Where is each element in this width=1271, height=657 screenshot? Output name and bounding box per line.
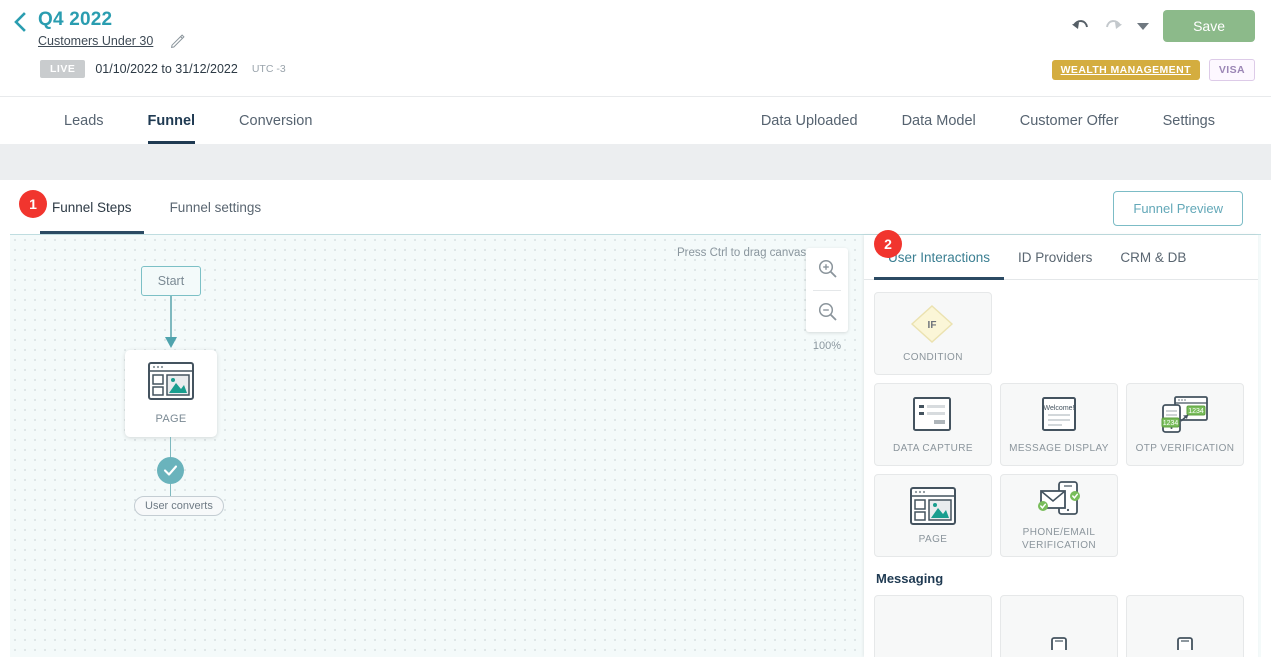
flow-connector-arrow: [163, 296, 179, 355]
form-capture-icon: [912, 394, 954, 436]
timezone-label: UTC -3: [251, 63, 286, 75]
page-header: Q4 2022 Customers Under 30 LIVE 01/10/20…: [0, 0, 1271, 96]
component-card-label: DATA CAPTURE: [893, 443, 973, 454]
svg-text:1234: 1234: [1188, 408, 1204, 415]
if-diamond-icon: IF: [909, 303, 957, 345]
canvas-drag-hint: Press Ctrl to drag canvas: [677, 247, 807, 259]
component-card-label: PAGE: [918, 534, 948, 545]
messaging-card-1[interactable]: [874, 595, 992, 657]
component-card-label: PHONE/EMAIL VERIFICATION: [1021, 527, 1097, 551]
phone-email-verify-icon: [1035, 479, 1083, 520]
check-circle-icon[interactable]: [157, 457, 184, 484]
components-panel-tabs: User Interactions ID Providers CRM & DB: [864, 235, 1258, 280]
redo-arrow-icon[interactable]: [1104, 18, 1123, 34]
page-browser-image-icon: [910, 485, 956, 527]
zoom-in-icon[interactable]: [806, 248, 848, 290]
tab-funnel[interactable]: Funnel: [126, 97, 218, 144]
message-card-icon-2: [1044, 616, 1074, 657]
main-navigation: Leads Funnel Conversion Data Uploaded Da…: [0, 96, 1271, 144]
tab-conversion[interactable]: Conversion: [217, 97, 334, 144]
save-button[interactable]: Save: [1163, 10, 1255, 42]
component-row-3: PAGE PHONE/EMAIL VERIFICATION: [874, 474, 1248, 557]
tab-customer-offer[interactable]: Customer Offer: [998, 97, 1141, 144]
zoom-level-label: 100%: [812, 340, 842, 352]
subtab-funnel-steps[interactable]: Funnel Steps: [40, 180, 144, 234]
component-row-2: DATA CAPTURE Welcome! MESSAGE DISPLAY 12…: [874, 383, 1248, 466]
wealth-management-badge[interactable]: WEALTH MANAGEMENT: [1051, 60, 1200, 80]
components-panel-body: IF CONDITION DATA CAPTURE Welcome! MESSA…: [864, 280, 1258, 657]
annotation-badge-1: 1: [19, 190, 47, 218]
user-converts-label[interactable]: User converts: [134, 496, 224, 516]
svg-text:Welcome!: Welcome!: [1044, 405, 1075, 412]
pencil-icon[interactable]: [170, 33, 186, 49]
components-panel: User Interactions ID Providers CRM & DB …: [864, 235, 1258, 657]
component-card-phone-email-verification[interactable]: PHONE/EMAIL VERIFICATION: [1000, 474, 1118, 557]
separator-strip: [0, 144, 1271, 180]
header-badges: WEALTH MANAGEMENT VISA: [1051, 59, 1255, 81]
nav-left-group: Leads Funnel Conversion: [0, 97, 334, 144]
funnel-subnav-tabs: Funnel Steps Funnel settings: [10, 180, 287, 234]
component-card-label: OTP VERIFICATION: [1135, 443, 1235, 454]
messaging-card-3[interactable]: [1126, 595, 1244, 657]
otp-phone-icon: 1234 1234: [1161, 394, 1209, 436]
header-actions: Save: [1071, 10, 1255, 42]
svg-text:1234: 1234: [1163, 420, 1179, 427]
page-title: Q4 2022: [38, 9, 113, 30]
component-card-data-capture[interactable]: DATA CAPTURE: [874, 383, 992, 466]
chevron-down-icon[interactable]: [1137, 22, 1150, 31]
component-card-page[interactable]: PAGE: [874, 474, 992, 557]
chevron-left-icon[interactable]: [8, 11, 30, 33]
tab-data-uploaded[interactable]: Data Uploaded: [739, 97, 880, 144]
subtab-funnel-settings[interactable]: Funnel settings: [158, 180, 274, 234]
flow-connector-line-2: [170, 484, 171, 496]
flow-connector-line: [170, 437, 171, 459]
tab-leads[interactable]: Leads: [42, 97, 126, 144]
component-card-label: MESSAGE DISPLAY: [1009, 443, 1109, 454]
svg-text:IF: IF: [928, 320, 937, 331]
component-card-message-display[interactable]: Welcome! MESSAGE DISPLAY: [1000, 383, 1118, 466]
messaging-section-heading: Messaging: [876, 571, 944, 586]
tab-settings[interactable]: Settings: [1141, 97, 1237, 144]
component-card-label: CONDITION: [903, 352, 963, 363]
messaging-card-2[interactable]: [1000, 595, 1118, 657]
segment-name-link[interactable]: Customers Under 30: [38, 34, 153, 48]
funnel-preview-button[interactable]: Funnel Preview: [1113, 191, 1243, 226]
flow-node-page-label: PAGE: [155, 413, 187, 425]
campaign-meta-row: LIVE 01/10/2022 to 31/12/2022 UTC -3: [40, 60, 286, 78]
message-welcome-icon: Welcome!: [1039, 394, 1079, 436]
message-card-icon-3: [1170, 616, 1200, 657]
nav-right-group: Data Uploaded Data Model Customer Offer …: [739, 97, 1271, 144]
visa-badge[interactable]: VISA: [1208, 59, 1255, 81]
date-range-value[interactable]: 01/10/2022 to 31/12/2022: [95, 62, 238, 76]
messaging-card-row: [874, 595, 1248, 657]
component-row-1: IF CONDITION: [874, 292, 1248, 375]
ptab-crm-db[interactable]: CRM & DB: [1106, 235, 1200, 279]
zoom-controls: [806, 248, 848, 332]
status-badge: LIVE: [40, 60, 86, 78]
flow-node-start[interactable]: Start: [141, 266, 201, 296]
annotation-badge-2: 2: [874, 230, 902, 258]
app-root: Q4 2022 Customers Under 30 LIVE 01/10/20…: [0, 0, 1271, 657]
tab-data-model[interactable]: Data Model: [880, 97, 998, 144]
ptab-id-providers[interactable]: ID Providers: [1004, 235, 1106, 279]
funnel-subnav: Funnel Steps Funnel settings Funnel Prev…: [10, 180, 1261, 234]
component-card-otp-verification[interactable]: 1234 1234 OTP VERIFICATION: [1126, 383, 1244, 466]
undo-arrow-icon[interactable]: [1071, 18, 1090, 34]
zoom-out-icon[interactable]: [806, 291, 848, 333]
component-card-condition[interactable]: IF CONDITION: [874, 292, 992, 375]
page-browser-image-icon: [148, 362, 194, 405]
flow-node-page[interactable]: PAGE: [125, 350, 217, 437]
